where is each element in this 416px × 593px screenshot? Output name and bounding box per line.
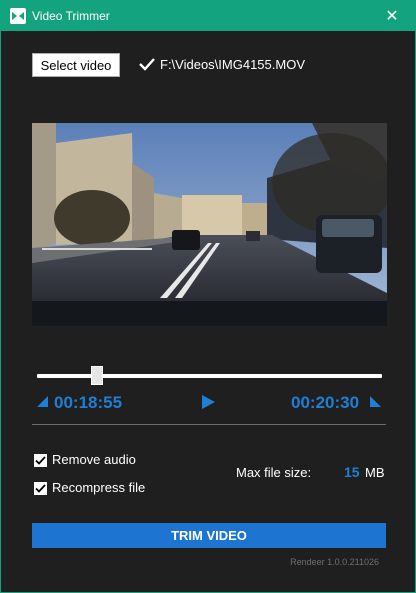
trim-video-button[interactable]: TRIM VIDEO (32, 523, 386, 548)
window-title: Video Trimmer (32, 9, 110, 23)
max-file-size-value[interactable]: 15 (344, 464, 360, 480)
play-icon[interactable] (202, 395, 215, 409)
recompress-checkbox[interactable] (34, 482, 47, 495)
set-start-marker-icon[interactable] (37, 396, 48, 407)
trim-range-track[interactable] (37, 374, 382, 378)
file-path: F:\Videos\IMG4155.MOV (160, 57, 305, 72)
checkmark-icon (35, 456, 46, 465)
close-icon: ✕ (385, 8, 399, 25)
recompress-label[interactable]: Recompress file (52, 480, 145, 495)
start-time: 00:18:55 (54, 393, 123, 412)
video-frame-image (32, 123, 387, 326)
close-button[interactable]: ✕ (369, 1, 415, 31)
end-time: 00:20:30 (291, 393, 360, 412)
video-preview[interactable] (32, 123, 387, 326)
app-logo-icon (10, 8, 26, 24)
select-video-button[interactable]: Select video (32, 53, 120, 77)
divider (32, 424, 386, 425)
checkmark-icon (35, 484, 46, 493)
trim-start-handle[interactable] (91, 366, 103, 385)
title-bar[interactable]: Video Trimmer ✕ (1, 1, 415, 31)
set-end-marker-icon[interactable] (370, 396, 381, 407)
version-label: Rendeer 1.0.0.211026 (290, 557, 379, 567)
check-icon (139, 58, 155, 71)
app-window: Video Trimmer ✕ Select video F:\Videos\I… (0, 0, 416, 593)
max-file-size-label: Max file size: (236, 465, 312, 480)
remove-audio-checkbox[interactable] (34, 454, 47, 467)
remove-audio-label[interactable]: Remove audio (52, 452, 136, 467)
max-file-size-unit: MB (365, 465, 385, 480)
